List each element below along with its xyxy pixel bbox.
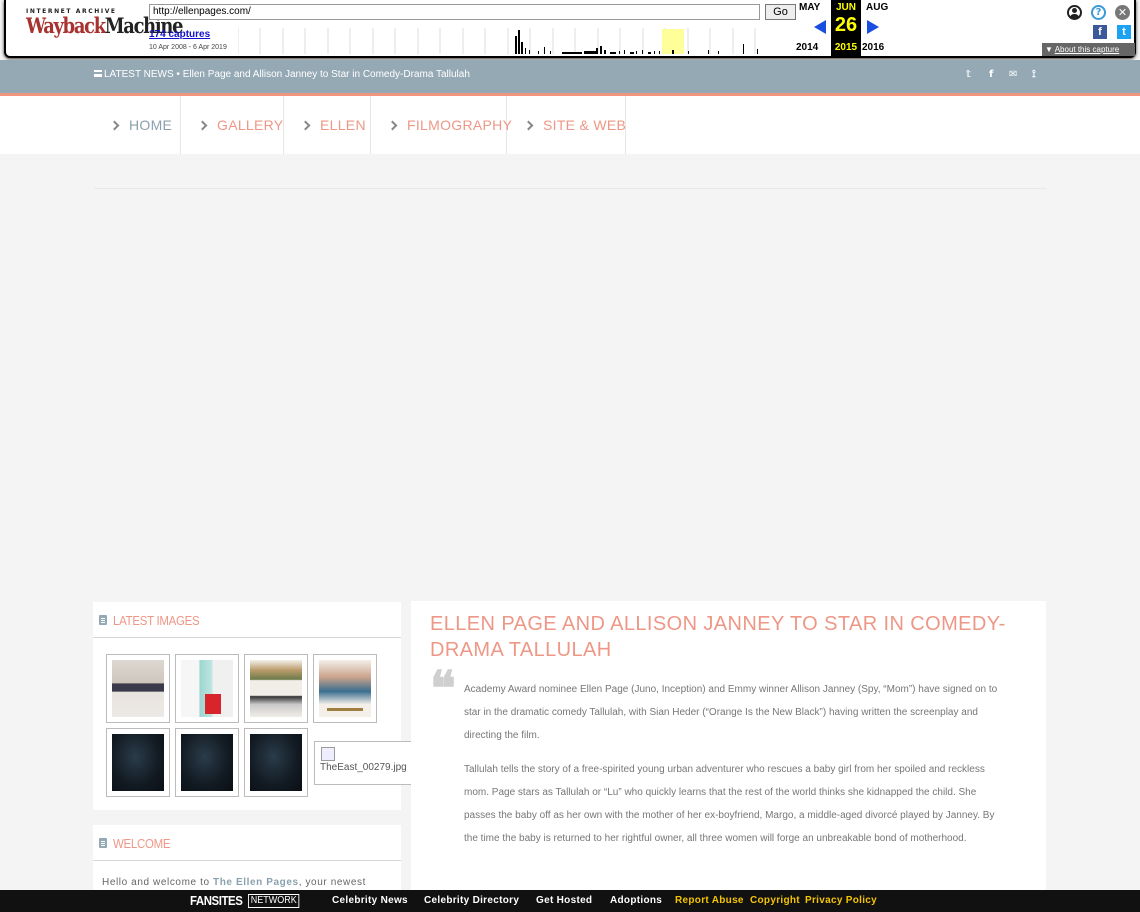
article-title[interactable]: ELLEN PAGE AND ALLISON JANNEY TO STAR IN… (430, 611, 1030, 663)
news-article: ELLEN PAGE AND ALLISON JANNEY TO STAR IN… (411, 601, 1046, 901)
facebook-icon[interactable]: f (1093, 25, 1107, 39)
wayback-toolbar: INTERNET ARCHIVE WaybackMachine http://e… (0, 0, 1140, 60)
wayback-cur-year: 2015 (834, 42, 858, 53)
network-badge[interactable]: NETWORK (248, 894, 300, 908)
twitter-icon[interactable]: 𝕥 (966, 69, 971, 80)
gallery-thumbnail-broken[interactable]: TheEast_00279.jpg (314, 741, 412, 785)
wayback-logo[interactable]: INTERNET ARCHIVE WaybackMachine (26, 8, 183, 38)
footer-link-celebrity-news[interactable]: Celebrity News (332, 895, 408, 906)
article-paragraph: Tallulah tells the story of a free-spiri… (464, 764, 995, 844)
chevron-right-icon (197, 120, 208, 131)
footer-link-adoptions[interactable]: Adoptions (610, 895, 662, 906)
wayback-next-month[interactable]: AUG (866, 2, 888, 13)
nav-filmography[interactable]: FILMOGRAPHY (371, 96, 512, 154)
wayback-cur-month: JUN (835, 2, 856, 13)
help-icon[interactable]: ? (1091, 5, 1106, 20)
document-icon (99, 838, 107, 848)
fansites-logo[interactable]: FANSITES (190, 893, 243, 908)
footer-link-copyright[interactable]: Copyright (750, 895, 800, 906)
rss-icon[interactable]: ⟟ (1032, 69, 1036, 80)
widget-header: WELCOME (93, 825, 401, 861)
welcome-text: Hello and welcome to The Ellen Pages, yo… (102, 877, 366, 888)
latest-images-widget: LATEST IMAGES TheEast_00279.jpg (93, 602, 412, 810)
main-nav: HOME GALLERY ELLEN FILMOGRAPHY SITE & WE… (0, 96, 1140, 154)
nav-home[interactable]: HOME (93, 96, 181, 154)
nav-gallery[interactable]: GALLERY (181, 96, 284, 154)
wayback-prev-year[interactable]: 2014 (796, 42, 818, 53)
prev-arrow-icon[interactable] (814, 20, 826, 34)
latest-news-bar: LATEST NEWS • Ellen Page and Allison Jan… (0, 60, 1140, 93)
gallery-thumbnail[interactable] (244, 728, 308, 797)
gallery-thumbnail[interactable] (106, 728, 170, 797)
wayback-sparkline[interactable] (238, 26, 793, 54)
next-arrow-icon[interactable] (867, 20, 879, 34)
fansites-footer: FANSITES NETWORK Celebrity News Celebrit… (0, 890, 1140, 912)
quote-icon: ❝ (430, 661, 456, 717)
content-divider (94, 188, 1046, 189)
about-capture-button[interactable]: ▼ About this capture (1042, 43, 1135, 56)
wayback-capture-range: 10 Apr 2008 - 6 Apr 2019 (149, 44, 227, 51)
wayback-prev-month[interactable]: MAY (799, 2, 820, 13)
chevron-right-icon (109, 120, 120, 131)
footer-link-report-abuse[interactable]: Report Abuse (675, 895, 744, 906)
gallery-thumbnail[interactable] (175, 654, 239, 723)
wayback-go-button[interactable]: Go (765, 4, 796, 20)
gallery-thumbnail[interactable] (106, 654, 170, 723)
footer-link-celebrity-directory[interactable]: Celebrity Directory (424, 895, 519, 906)
user-icon[interactable] (1067, 5, 1082, 20)
gallery-thumbnail[interactable] (175, 728, 239, 797)
wayback-captures-link[interactable]: 174 captures (149, 29, 210, 40)
facebook-icon[interactable]: f (989, 69, 993, 80)
widget-title: LATEST IMAGES (113, 613, 200, 628)
wayback-url-input[interactable]: http://ellenpages.com/ (149, 4, 760, 20)
article-paragraph: Academy Award nominee Ellen Page (Juno, … (464, 684, 998, 741)
footer-link-privacy-policy[interactable]: Privacy Policy (805, 895, 877, 906)
chevron-right-icon (523, 120, 534, 131)
wayback-current-date: JUN 26 2015 (831, 0, 861, 56)
chevron-right-icon (387, 120, 398, 131)
document-icon (99, 615, 107, 625)
mail-icon[interactable]: ✉ (1009, 69, 1017, 80)
latest-news-ticker[interactable]: LATEST NEWS • Ellen Page and Allison Jan… (94, 69, 470, 80)
wayback-panel: INTERNET ARCHIVE WaybackMachine http://e… (4, 0, 1136, 58)
widget-title: WELCOME (113, 836, 171, 851)
widget-header: LATEST IMAGES (93, 602, 401, 638)
close-icon[interactable]: ✕ (1115, 5, 1130, 20)
footer-link-get-hosted[interactable]: Get Hosted (536, 895, 592, 906)
gallery-thumbnail[interactable] (244, 654, 308, 723)
nav-site-web[interactable]: SITE & WEB (507, 96, 626, 154)
wayback-logo-main: WaybackMachine (26, 13, 183, 38)
gallery-thumbnail[interactable] (313, 654, 377, 723)
latest-news-text: LATEST NEWS • Ellen Page and Allison Jan… (104, 69, 470, 80)
wayback-cur-day: 26 (834, 14, 858, 36)
twitter-icon[interactable]: t (1117, 25, 1131, 39)
chevron-right-icon (300, 120, 311, 131)
nav-ellen[interactable]: ELLEN (284, 96, 371, 154)
menu-icon (94, 70, 102, 77)
site-name-link[interactable]: The Ellen Pages (213, 877, 299, 888)
wayback-next-year[interactable]: 2016 (862, 42, 884, 53)
welcome-widget: WELCOME Hello and welcome to The Ellen P… (93, 825, 401, 895)
